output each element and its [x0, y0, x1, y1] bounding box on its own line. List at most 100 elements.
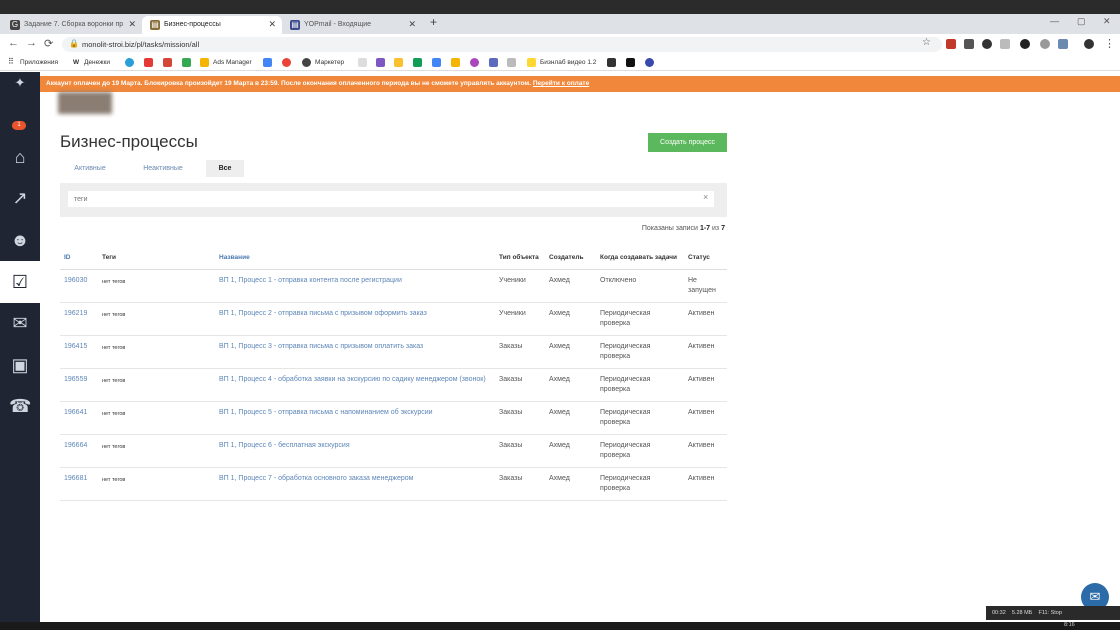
url-field[interactable]: 🔒 monolit-stroi.biz/pl/tasks/mission/all: [62, 37, 942, 52]
bookmark-icon[interactable]: [451, 58, 460, 67]
bookmark-money[interactable]: Денежки: [84, 59, 110, 66]
col-name[interactable]: Название: [215, 238, 495, 270]
row-name-link[interactable]: ВП 1, Процесс 2 - отправка письма с приз…: [219, 310, 427, 317]
bookmark-star-icon[interactable]: ☆: [922, 37, 931, 48]
bookmark-icon[interactable]: [413, 58, 422, 67]
browser-tab-1[interactable]: G Задание 7. Сборка воронки пр ✕: [2, 16, 142, 34]
home-icon[interactable]: ⌂: [9, 146, 31, 168]
records-count: Показаны записи 1-7 из 7: [641, 225, 725, 232]
maximize-icon[interactable]: ▢: [1077, 16, 1086, 27]
browser-tab-3[interactable]: ▤ YOPmail - Входящие ✕: [282, 16, 422, 34]
bookmark-icon[interactable]: [607, 58, 616, 67]
extension-icon[interactable]: [964, 39, 974, 49]
search-clear-icon[interactable]: ×: [703, 192, 708, 202]
browser-menu-icon[interactable]: ⋮: [1104, 37, 1115, 50]
bookmark-icon[interactable]: [432, 58, 441, 67]
row-id-link[interactable]: 196641: [64, 409, 87, 416]
lock-icon: 🔒: [69, 39, 79, 48]
extension-icon[interactable]: [946, 39, 956, 49]
banner-pay-link[interactable]: Перейти к оплате: [533, 80, 589, 87]
recorder-size: 5.28 МБ: [1011, 610, 1033, 616]
profile-avatar-icon[interactable]: [1084, 39, 1094, 49]
tags-search-input[interactable]: [68, 191, 714, 207]
row-name-link[interactable]: ВП 1, Процесс 7 - обработка основного за…: [219, 475, 413, 482]
bookmark-icon[interactable]: [263, 58, 272, 67]
bookmark-icon[interactable]: [302, 58, 311, 67]
row-id-link[interactable]: 196664: [64, 442, 87, 449]
filter-tab-active[interactable]: Активные: [66, 160, 114, 177]
mail-icon[interactable]: ✉: [9, 312, 31, 334]
url-text: monolit-stroi.biz/pl/tasks/mission/all: [82, 40, 200, 49]
row-id-link[interactable]: 196219: [64, 310, 87, 317]
back-icon[interactable]: ←: [8, 37, 19, 49]
row-creator: Ахмед: [549, 408, 570, 416]
bookmark-icon[interactable]: [182, 58, 191, 67]
bookmark-icon[interactable]: [645, 58, 654, 67]
bookmark-icon[interactable]: [394, 58, 403, 67]
table-row: 196664 нет тегов ВП 1, Процесс 6 - бесплат…: [60, 434, 727, 468]
users-icon[interactable]: ☻: [9, 229, 31, 251]
forward-icon[interactable]: →: [26, 37, 37, 49]
bookmark-marketer[interactable]: Маркетер: [315, 59, 344, 66]
row-object-type: Заказы: [499, 375, 523, 383]
extension-icon[interactable]: [982, 39, 992, 49]
row-object-type: Заказы: [499, 441, 523, 449]
bookmark-icon[interactable]: [376, 58, 385, 67]
bookmark-bizlab[interactable]: Бизнлаб видео 1.2: [540, 59, 596, 66]
webinar-icon[interactable]: ▣: [9, 354, 31, 376]
filter-tab-all[interactable]: Все: [206, 160, 244, 177]
row-id-link[interactable]: 196415: [64, 343, 87, 350]
row-id-link[interactable]: 196559: [64, 376, 87, 383]
bookmark-icon[interactable]: [489, 58, 498, 67]
bookmark-ads-manager[interactable]: Ads Manager: [213, 59, 252, 66]
extension-icon[interactable]: [1040, 39, 1050, 49]
row-tags: нет тегов: [102, 410, 126, 417]
tab-close-icon[interactable]: ✕: [128, 19, 136, 30]
row-name-link[interactable]: ВП 1, Процесс 3 - отправка письма с приз…: [219, 343, 423, 350]
row-object-type: Заказы: [499, 474, 523, 482]
chat-icon[interactable]: ☎: [9, 395, 31, 417]
bookmark-folder-icon[interactable]: [527, 58, 536, 67]
bookmark-icon[interactable]: [200, 58, 209, 67]
bookmark-icon[interactable]: [626, 58, 635, 67]
reload-icon[interactable]: ⟳: [44, 37, 53, 50]
new-tab-icon[interactable]: +: [430, 15, 437, 29]
tab-close-icon[interactable]: ✕: [408, 19, 416, 30]
apps-icon[interactable]: ⠿: [8, 57, 14, 66]
logo-icon[interactable]: ✦: [9, 72, 31, 94]
table-row: 196219 нет тегов ВП 1, Процесс 2 - отправк…: [60, 302, 727, 336]
row-status: Не запущен: [688, 276, 716, 295]
row-name-link[interactable]: ВП 1, Процесс 1 - отправка контента посл…: [219, 277, 402, 284]
bookmark-icon[interactable]: [358, 58, 367, 67]
tab-close-icon[interactable]: ✕: [268, 19, 276, 30]
recorder-stop[interactable]: F11: Stop: [1038, 610, 1061, 616]
row-id-link[interactable]: 196030: [64, 277, 87, 284]
chart-icon[interactable]: ↗: [9, 187, 31, 209]
row-tags: нет тегов: [102, 476, 126, 483]
create-process-button[interactable]: Создать процесс: [648, 133, 727, 152]
extension-icon[interactable]: [1058, 39, 1068, 49]
window-close-icon[interactable]: ✕: [1103, 16, 1111, 27]
row-name-link[interactable]: ВП 1, Процесс 4 - обработка заявки на эк…: [219, 376, 486, 383]
bookmark-icon[interactable]: [282, 58, 291, 67]
row-name-link[interactable]: ВП 1, Процесс 6 - бесплатная экскурсия: [219, 442, 350, 449]
row-id-link[interactable]: 196681: [64, 475, 87, 482]
filter-tab-inactive[interactable]: Неактивные: [134, 160, 192, 177]
minimize-icon[interactable]: —: [1050, 16, 1059, 26]
col-id[interactable]: ID: [60, 238, 98, 270]
bookmark-icon[interactable]: [125, 58, 134, 67]
bookmark-icon[interactable]: [507, 58, 516, 67]
tab-title: Бизнес-процессы: [164, 21, 221, 28]
row-when-create: Отключено: [600, 276, 637, 284]
extension-icon[interactable]: [1000, 39, 1010, 49]
bookmark-icon[interactable]: [470, 58, 479, 67]
bookmark-apps[interactable]: Приложения: [20, 59, 58, 66]
row-name-link[interactable]: ВП 1, Процесс 5 - отправка письма с напо…: [219, 409, 433, 416]
bookmark-icon[interactable]: [144, 58, 153, 67]
browser-tab-2[interactable]: ▤ Бизнес-процессы ✕: [142, 16, 282, 34]
bookmark-icon[interactable]: [163, 58, 172, 67]
row-when-create: Периодическая проверка: [600, 441, 651, 460]
col-status: Статус: [684, 238, 727, 270]
tasks-checkbox-icon[interactable]: ☑: [9, 271, 31, 293]
extension-icon[interactable]: [1020, 39, 1030, 49]
